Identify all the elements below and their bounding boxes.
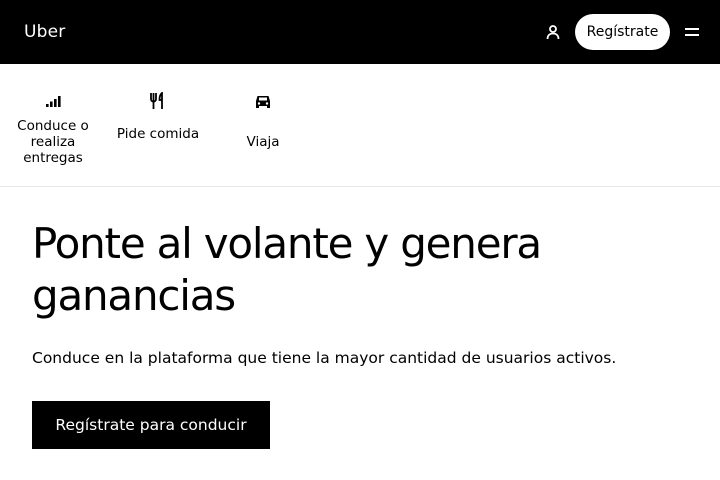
- category-drive-deliver[interactable]: Conduce o realiza entregas: [8, 64, 98, 186]
- user-icon: [546, 25, 560, 40]
- car-icon: [253, 92, 273, 110]
- category-ride[interactable]: Viaja: [218, 64, 308, 186]
- uber-logo[interactable]: Uber: [24, 20, 65, 44]
- category-order-food[interactable]: Pide comida: [113, 64, 203, 186]
- hero-subtitle: Conduce en la plataforma que tiene la ma…: [32, 349, 617, 367]
- category-label: Viaja: [246, 134, 280, 150]
- hamburger-menu-icon: [685, 28, 699, 36]
- fork-knife-icon: [148, 92, 168, 110]
- category-label: Pide comida: [116, 126, 200, 142]
- category-navigation: Conduce o realiza entregas Pide comida V…: [0, 64, 720, 187]
- menu-button[interactable]: [680, 20, 704, 44]
- signup-to-drive-button[interactable]: Regístrate para conducir: [32, 401, 270, 449]
- top-navigation-bar: Uber Regístrate: [0, 0, 720, 64]
- category-label: Conduce o realiza entregas: [17, 118, 89, 166]
- signal-bars-icon: [43, 92, 63, 110]
- hero-title: Ponte al volante y genera ganancias: [32, 219, 542, 320]
- signup-button[interactable]: Regístrate: [575, 14, 670, 50]
- user-account-button[interactable]: [541, 20, 565, 44]
